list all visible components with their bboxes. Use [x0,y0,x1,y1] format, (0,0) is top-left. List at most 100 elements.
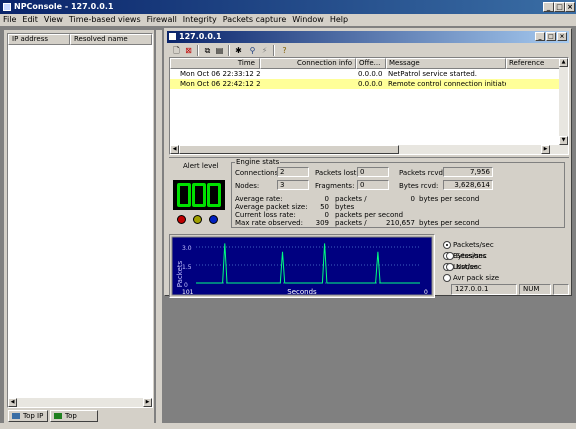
log-vscrollbar[interactable]: ▲ ▼ [559,58,568,154]
settings-icon[interactable]: ✱ [233,45,244,56]
new-icon[interactable]: 🗋 [171,45,182,56]
alert-level-label: Alert level [183,162,219,170]
top-ip-icon [12,413,20,419]
yellow-light-icon [193,215,202,224]
bytes-rcvd-label: Bytes rcvd: [399,182,439,190]
avg-rate-unit: packets / [335,195,367,203]
tab-top-ports[interactable]: Top ports [50,410,98,429]
avg-rate-label: Average rate: [235,195,283,203]
tab-top-ip[interactable]: Top IP [8,410,48,422]
nodes-value: 3 [277,180,309,190]
toolbar-separator [273,45,275,56]
top-ports-icon [54,413,62,419]
bytes-rcvd-value: 3,628,614 [443,180,493,190]
child-icon [169,33,176,40]
menu-window[interactable]: Window [289,14,327,26]
led-digit [207,183,221,207]
menu-edit[interactable]: Edit [19,14,41,26]
child-minimize-button[interactable]: _ [535,32,545,41]
avg-rate-bytes-value: 0 [410,195,415,203]
scroll-right-button[interactable]: ▶ [143,398,152,407]
avg-size-unit: bytes [335,203,355,211]
log-hscrollbar[interactable]: ◀ ▶ [170,145,559,154]
column-resolved-name[interactable]: Resolved name [70,34,152,45]
row-time: Mon Oct 06 22:33:12 2008 [180,70,260,78]
option-label: Avr pack size [453,274,500,282]
option-label: Nodes [456,263,478,271]
delete-icon[interactable]: ⊠ [183,45,194,56]
child-titlebar: 127.0.0.1 _ □ × [167,31,569,43]
child-title: 127.0.0.1 [179,32,222,41]
event-log-table[interactable]: Time Connection info Offe... Message Ref… [169,57,569,155]
menu-firewall[interactable]: Firewall [144,14,180,26]
option-avr-pack-size[interactable]: Avr pack size [443,273,499,283]
menu-packets-capture[interactable]: Packets capture [220,14,290,26]
child-window: 127.0.0.1 _ □ × 🗋 ⊠ ⧉ ▤ ✱ ⚲ ⚡ ? Time Con… [164,28,572,298]
connections-label: Connections: [235,169,281,177]
menu-view[interactable]: View [41,14,66,26]
option-label: Sessions [456,252,487,260]
avg-size-value: 50 [320,203,329,211]
copy-icon[interactable]: ⧉ [202,45,213,56]
log-hscroll-thumb[interactable] [179,145,399,154]
menu-help[interactable]: Help [327,14,351,26]
option-sessions[interactable]: Sessions [446,251,486,261]
splitter[interactable] [156,30,162,423]
tab-top-ip-label: Top IP [23,412,44,420]
loss-rate-value: 0 [324,211,329,219]
row-offender: 0.0.0.0 [358,70,383,78]
max-rate-bytes-value: 210,657 [386,219,415,227]
radio-dot [443,274,451,282]
paste-icon[interactable]: ▤ [214,45,225,56]
close-button[interactable]: × [565,2,575,12]
menu-time-based-views[interactable]: Time-based views [66,14,144,26]
child-close-button[interactable]: × [557,32,567,41]
search-icon[interactable]: ⚲ [247,45,258,56]
table-row[interactable]: Mon Oct 06 22:42:12 2008 0.0.0.0 Remote … [170,79,560,89]
column-connection-info[interactable]: Connection info [260,58,356,69]
fragments-label: Fragments: [315,182,355,190]
ip-list[interactable]: IP address Resolved name ◀ ▶ [7,33,153,408]
row-time: Mon Oct 06 22:42:12 2008 [180,80,260,88]
option-packets-sec[interactable]: Packets/sec [443,240,494,250]
column-ip-address[interactable]: IP address [8,34,70,45]
scroll-down-button[interactable]: ▼ [559,136,568,145]
scroll-up-button[interactable]: ▲ [559,58,568,67]
scroll-left-button[interactable]: ◀ [170,145,179,154]
ip-list-hscrollbar[interactable]: ◀ ▶ [8,398,152,407]
packets-lost-label: Packets lost: [315,169,359,177]
led-digit [177,183,191,207]
menu-integrity[interactable]: Integrity [180,14,220,26]
help-icon[interactable]: ? [279,45,290,56]
packets-rcvd-label: Packets rcvd: [399,169,446,177]
column-offender[interactable]: Offe... [356,58,386,69]
avg-rate-bytes-unit: bytes per second [419,195,480,203]
max-rate-bytes-unit: bytes per second [419,219,480,227]
y-tick-mid: 1.5 [182,264,192,271]
column-time[interactable]: Time [170,58,260,69]
status-host: 127.0.0.1 [451,284,517,295]
column-message[interactable]: Message [386,58,506,69]
max-rate-label: Max rate observed: [235,219,303,227]
toolbar: 🗋 ⊠ ⧉ ▤ ✱ ⚲ ⚡ ? [169,44,567,57]
minimize-button[interactable]: _ [543,2,554,12]
scroll-right-button[interactable]: ▶ [541,145,550,154]
status-bar: 127.0.0.1 NUM [167,284,571,295]
scroll-left-button[interactable]: ◀ [8,398,17,407]
radio-dot [446,263,454,271]
child-maximize-button[interactable]: □ [546,32,556,41]
engine-stats-title: Engine stats [235,158,281,166]
packets-lost-value: 0 [357,167,389,177]
fragments-value: 0 [357,180,389,190]
option-nodes[interactable]: Nodes [446,262,478,272]
packets-rcvd-value: 7,956 [443,167,493,177]
menu-file[interactable]: File [0,14,19,26]
column-reference[interactable]: Reference [506,58,560,69]
status-num: NUM [519,284,551,295]
disconnect-icon[interactable]: ⚡ [259,45,270,56]
loss-rate-label: Current loss rate: [235,211,296,219]
row-offender: 0.0.0.0 [358,80,383,88]
maximize-button[interactable]: □ [554,2,565,12]
row-message: Remote control connection initiated f... [388,80,506,88]
table-row[interactable]: Mon Oct 06 22:33:12 2008 0.0.0.0 NetPatr… [170,69,560,79]
